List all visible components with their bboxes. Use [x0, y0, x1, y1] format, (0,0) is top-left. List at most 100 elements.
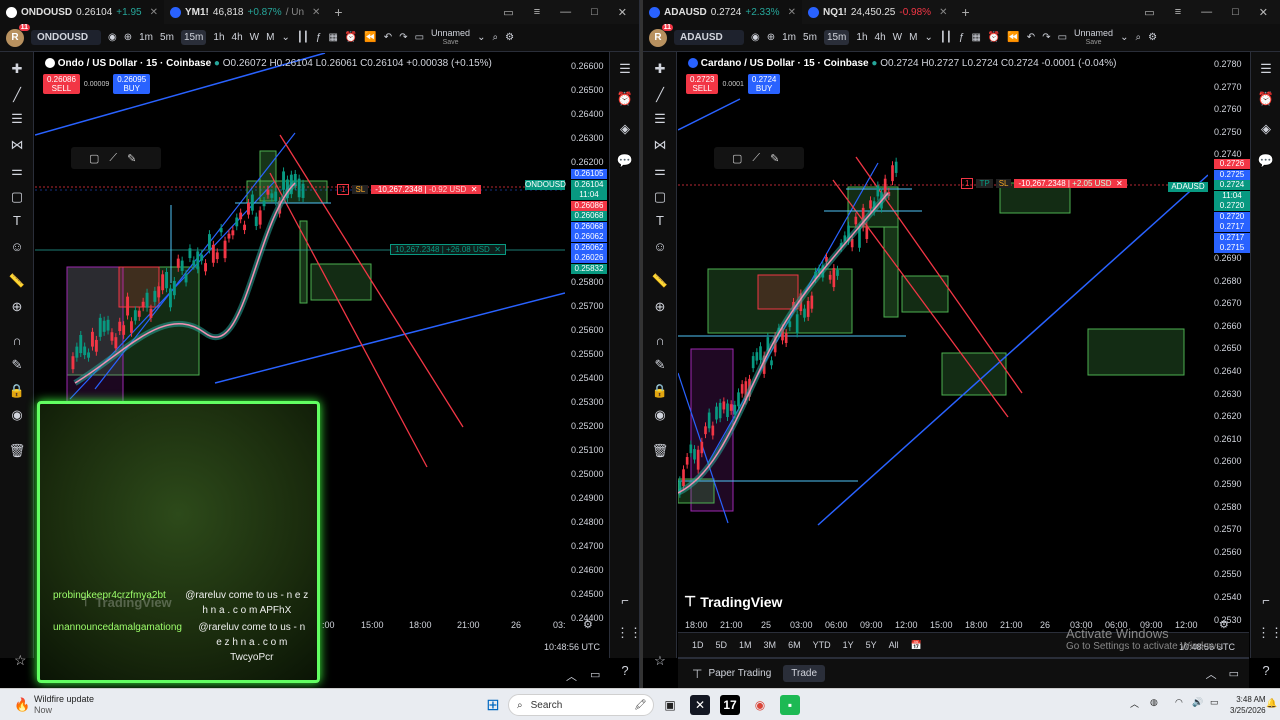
sell-button[interactable]: 0.26086 SELL: [43, 74, 80, 94]
fib-icon[interactable]: ☰: [651, 110, 669, 128]
lock-icon[interactable]: 🔒: [651, 382, 669, 400]
star-icon[interactable]: ☆: [651, 652, 669, 670]
templates-icon[interactable]: ▦: [971, 32, 980, 43]
eye-icon[interactable]: ◉: [108, 32, 117, 43]
new-tab-icon[interactable]: +: [961, 4, 969, 20]
forecast-icon[interactable]: ⚌: [651, 162, 669, 180]
close-tab-icon[interactable]: ✕: [312, 7, 320, 18]
lock-icon[interactable]: 🔒: [8, 382, 26, 400]
eye-icon[interactable]: ◉: [751, 32, 760, 43]
chevron-down-icon[interactable]: ⌄: [924, 32, 932, 43]
ruler-icon[interactable]: 📏: [651, 272, 669, 290]
layers-icon[interactable]: ◈: [616, 120, 634, 138]
watchlist-icon[interactable]: ☰: [1257, 60, 1275, 78]
start-icon[interactable]: ⊞: [483, 695, 503, 715]
range-1d[interactable]: 1D: [692, 640, 704, 650]
pencil-lock-icon[interactable]: ✎: [651, 356, 669, 374]
layout-name[interactable]: Unnamed Save: [1074, 28, 1113, 47]
position-label[interactable]: 1 TP SL -10,267.2348 | +2.05 USD ✕: [961, 178, 1127, 189]
interval-w[interactable]: W: [893, 32, 902, 43]
taskbar-clock[interactable]: 3:48 AM 3/25/2026: [1230, 694, 1266, 716]
tab-nq[interactable]: NQ1! 24,450.25 -0.98% ✕: [802, 0, 953, 24]
trendline-icon[interactable]: ╱: [8, 86, 26, 104]
shape-icon[interactable]: ▢: [651, 188, 669, 206]
tray-app-icon[interactable]: ◍: [1150, 697, 1158, 708]
new-tab-icon[interactable]: +: [334, 4, 342, 20]
chrome-icon[interactable]: ◉: [750, 695, 770, 715]
indicators-icon[interactable]: ƒ: [959, 32, 965, 43]
close-tab-icon[interactable]: ✕: [939, 7, 947, 18]
interval-5m[interactable]: 5m: [803, 32, 817, 43]
settings-icon[interactable]: ⚙: [1148, 32, 1157, 43]
eye-icon[interactable]: ◉: [651, 406, 669, 424]
drawing-right-icon[interactable]: ⌐: [1257, 592, 1275, 610]
interval-4h[interactable]: 4h: [232, 32, 243, 43]
chevron-down-icon[interactable]: ⌄: [281, 32, 289, 43]
layout-select-icon[interactable]: ▭: [415, 32, 424, 43]
apps-icon[interactable]: ⋮⋮: [616, 624, 639, 642]
price-axis[interactable]: 0.2780 0.2770 0.2760 0.2750 0.2740 0.2690 0.26…: [1168, 53, 1254, 625]
settings-icon[interactable]: ⚙: [505, 32, 514, 43]
menu-icon[interactable]: ≡: [1175, 6, 1181, 18]
buy-button[interactable]: 0.2724 BUY: [747, 74, 781, 94]
interval-1m[interactable]: 1m: [782, 32, 796, 43]
layout-icon[interactable]: ▭: [503, 6, 513, 19]
interval-4h[interactable]: 4h: [875, 32, 886, 43]
tab-adausd[interactable]: ADAUSD 0.2724 +2.33% ✕: [643, 0, 802, 24]
close-tab-icon[interactable]: ✕: [788, 7, 796, 18]
redo-icon[interactable]: ↷: [399, 32, 407, 43]
range-6m[interactable]: 6M: [788, 640, 801, 650]
chat-icon[interactable]: 💬: [1257, 152, 1275, 170]
layout-name[interactable]: Unnamed Save: [431, 28, 470, 47]
add-symbol-icon[interactable]: ⊕: [767, 32, 775, 43]
range-5d[interactable]: 5D: [716, 640, 728, 650]
range-1m[interactable]: 1M: [739, 640, 752, 650]
layout-select-icon[interactable]: ▭: [1058, 32, 1067, 43]
crosshair-icon[interactable]: ✚: [651, 60, 669, 78]
redo-icon[interactable]: ↷: [1042, 32, 1050, 43]
apps-icon[interactable]: ⋮⋮: [1257, 624, 1280, 642]
close-tab-icon[interactable]: ✕: [150, 7, 158, 18]
tradingview-app-icon[interactable]: ✕: [690, 695, 710, 715]
pencil-lock-icon[interactable]: ✎: [8, 356, 26, 374]
trade-button[interactable]: Trade: [783, 665, 826, 682]
chat-icon[interactable]: 💬: [616, 152, 634, 170]
emoji-icon[interactable]: ☺: [8, 238, 26, 256]
path-icon[interactable]: ⟋: [752, 152, 760, 165]
alerts-icon[interactable]: ⏰: [1257, 90, 1275, 108]
eye-icon[interactable]: ◉: [8, 406, 26, 424]
replay-icon[interactable]: ⏪: [364, 32, 376, 43]
pattern-icon[interactable]: ⋈: [8, 136, 26, 154]
position-tp-label[interactable]: 10,267.2348 | +26.08 USD ✕: [390, 244, 506, 255]
zoom-icon[interactable]: ⊕: [8, 298, 26, 316]
crosshair-icon[interactable]: ✚: [8, 60, 26, 78]
symbol-search[interactable]: ADAUSD: [674, 30, 744, 45]
sell-button[interactable]: 0.2723 SELL: [686, 74, 719, 94]
paper-trading-tab[interactable]: Paper Trading: [708, 668, 771, 679]
news-widget[interactable]: Wildfire update Now: [34, 694, 94, 716]
notification-bell-icon[interactable]: 🔔: [1266, 698, 1277, 709]
minimize-icon[interactable]: —: [560, 6, 571, 18]
interval-1m[interactable]: 1m: [139, 32, 153, 43]
drawing-right-icon[interactable]: ⌐: [616, 592, 634, 610]
maximize-icon[interactable]: □: [591, 6, 598, 18]
close-position-icon[interactable]: ✕: [471, 185, 478, 194]
interval-15m[interactable]: 15m: [180, 30, 207, 45]
candles-icon[interactable]: ┃┃: [940, 32, 952, 43]
task-view-icon[interactable]: ▣: [660, 695, 680, 715]
templates-icon[interactable]: ▦: [328, 32, 337, 43]
maximize-icon[interactable]: □: [1232, 6, 1239, 18]
trendline-icon[interactable]: ╱: [651, 86, 669, 104]
trash-icon[interactable]: 🗑: [651, 442, 669, 460]
emoji-icon[interactable]: ☺: [651, 238, 669, 256]
watchlist-icon[interactable]: ☰: [616, 60, 634, 78]
help-icon[interactable]: ?: [1257, 662, 1275, 680]
interval-5m[interactable]: 5m: [160, 32, 174, 43]
interval-m[interactable]: M: [266, 32, 274, 43]
path-icon[interactable]: ⟋: [109, 152, 117, 165]
clock[interactable]: 10:48:56 UTC: [544, 642, 600, 652]
undo-icon[interactable]: ↶: [384, 32, 392, 43]
tab-ym[interactable]: YM1! 46,818 +0.87% / Un ✕: [164, 0, 326, 24]
magnet-icon[interactable]: ∩: [651, 332, 669, 350]
range-all[interactable]: All: [889, 640, 899, 650]
